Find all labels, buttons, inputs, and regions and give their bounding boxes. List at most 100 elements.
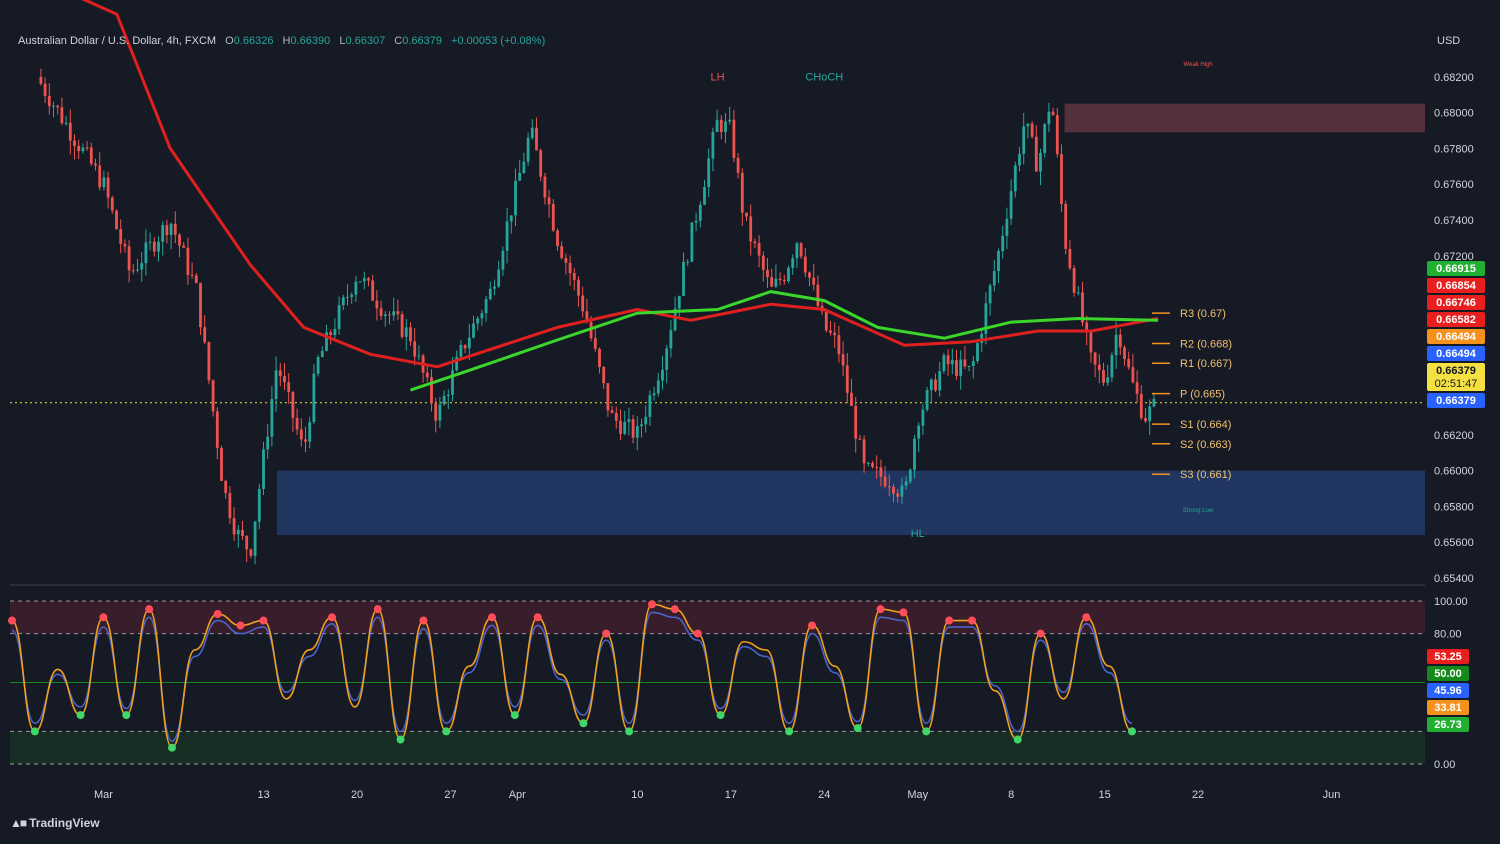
candle-body [291, 391, 295, 418]
candle-body [367, 278, 370, 281]
price-label-text: 0.66915 [1436, 263, 1476, 275]
annotation-label: CHoCH [805, 71, 843, 83]
oversold-dot [853, 724, 862, 733]
price-tick-label: 0.67600 [1434, 179, 1474, 191]
candle-body [1068, 248, 1072, 269]
chart-canvas[interactable]: 0.682000.680000.678000.676000.674000.672… [0, 0, 1500, 844]
candle-body [614, 413, 618, 421]
candle-body [623, 421, 627, 434]
oversold-zone [10, 731, 1425, 764]
candle-body [438, 404, 442, 421]
candle-body [1089, 331, 1093, 353]
candle-body [232, 518, 236, 535]
candle-body [547, 197, 551, 205]
candle-body [94, 163, 97, 166]
candle-body [522, 161, 526, 173]
candle-body [1060, 154, 1063, 204]
overbought-dot [1082, 613, 1091, 622]
annotation-label: Weak High [1183, 62, 1212, 68]
overbought-dot [693, 629, 702, 638]
oversold-dot [1013, 735, 1022, 744]
candle-body [320, 350, 324, 358]
candle-body [598, 348, 601, 367]
candle-body [1009, 191, 1013, 219]
candle-body [556, 230, 559, 247]
candle-body [409, 327, 412, 342]
overbought-dot [373, 605, 382, 614]
candle-body [316, 357, 320, 374]
candle-body [913, 438, 916, 470]
overbought-dot [99, 613, 108, 622]
candle-body [610, 410, 614, 414]
overbought-dot [945, 616, 954, 625]
candle-body [896, 493, 900, 497]
oversold-dot [785, 727, 794, 736]
open-value: 0.66326 [233, 35, 274, 47]
candle-body [312, 373, 316, 422]
candle-body [207, 342, 211, 381]
candle-body [782, 279, 786, 282]
candle-body [379, 308, 383, 317]
candle-body [1139, 393, 1143, 419]
candle-body [73, 140, 76, 146]
candle-body [1064, 203, 1068, 249]
candle-body [148, 241, 152, 243]
candle-body [190, 274, 194, 276]
candle-body [505, 221, 509, 251]
overbought-dot [602, 629, 611, 638]
candle-body [858, 438, 862, 440]
candle-body [1102, 370, 1105, 383]
candle-body [850, 392, 853, 406]
candle-body [778, 278, 782, 280]
candle-body [824, 311, 828, 331]
tradingview-logo[interactable]: ▲■ TradingView [10, 816, 100, 830]
candle-body [480, 313, 484, 319]
overbought-zone [10, 601, 1425, 634]
candle-body [761, 255, 765, 270]
symbol-legend[interactable]: Australian Dollar / U.S. Dollar, 4h, FXC… [18, 35, 545, 47]
candle-body [1039, 152, 1042, 172]
candle-body [992, 271, 996, 286]
candle-body [661, 369, 664, 381]
annotation-label: LH [710, 71, 724, 83]
candle-body [220, 447, 223, 481]
candle-body [1152, 399, 1156, 407]
currency-label[interactable]: USD [1437, 35, 1460, 47]
annotation-label: Strong Low [1183, 508, 1214, 514]
overbought-dot [1036, 629, 1045, 638]
tradingview-icon: ▲■ [10, 816, 27, 830]
oversold-dot [76, 711, 85, 720]
candle-body [287, 382, 291, 392]
candle-body [640, 424, 643, 427]
candle-body [698, 204, 702, 221]
candle-body [883, 476, 887, 487]
candle-body [808, 272, 811, 278]
candle-body [526, 137, 530, 162]
oversold-dot [716, 711, 725, 720]
candle-body [908, 469, 912, 482]
candle-body [1144, 418, 1147, 422]
candle-body [245, 536, 249, 550]
candle-body [425, 372, 429, 378]
candle-body [110, 197, 114, 211]
overbought-dot [8, 616, 16, 625]
candle-body [900, 485, 904, 497]
candle-body [732, 119, 736, 158]
candle-body [837, 335, 841, 355]
candle-body [476, 318, 480, 324]
time-tick-label: 10 [631, 789, 643, 801]
symbol-name: Australian Dollar / U.S. Dollar, 4h, FXC… [18, 35, 217, 47]
candle-body [173, 223, 177, 235]
price-tick-label: 0.65400 [1434, 573, 1474, 585]
time-tick-label: 24 [818, 789, 830, 801]
candle-body [308, 421, 312, 442]
candle-body [68, 122, 72, 141]
candle-body [682, 261, 685, 296]
overbought-dot [670, 605, 679, 614]
price-label-text: 0.66746 [1436, 297, 1476, 309]
candle-body [925, 390, 929, 410]
candle-body [703, 186, 706, 205]
candle-body [795, 243, 799, 259]
candle-body [295, 417, 299, 430]
price-label-text: 0.66379 [1436, 395, 1476, 407]
